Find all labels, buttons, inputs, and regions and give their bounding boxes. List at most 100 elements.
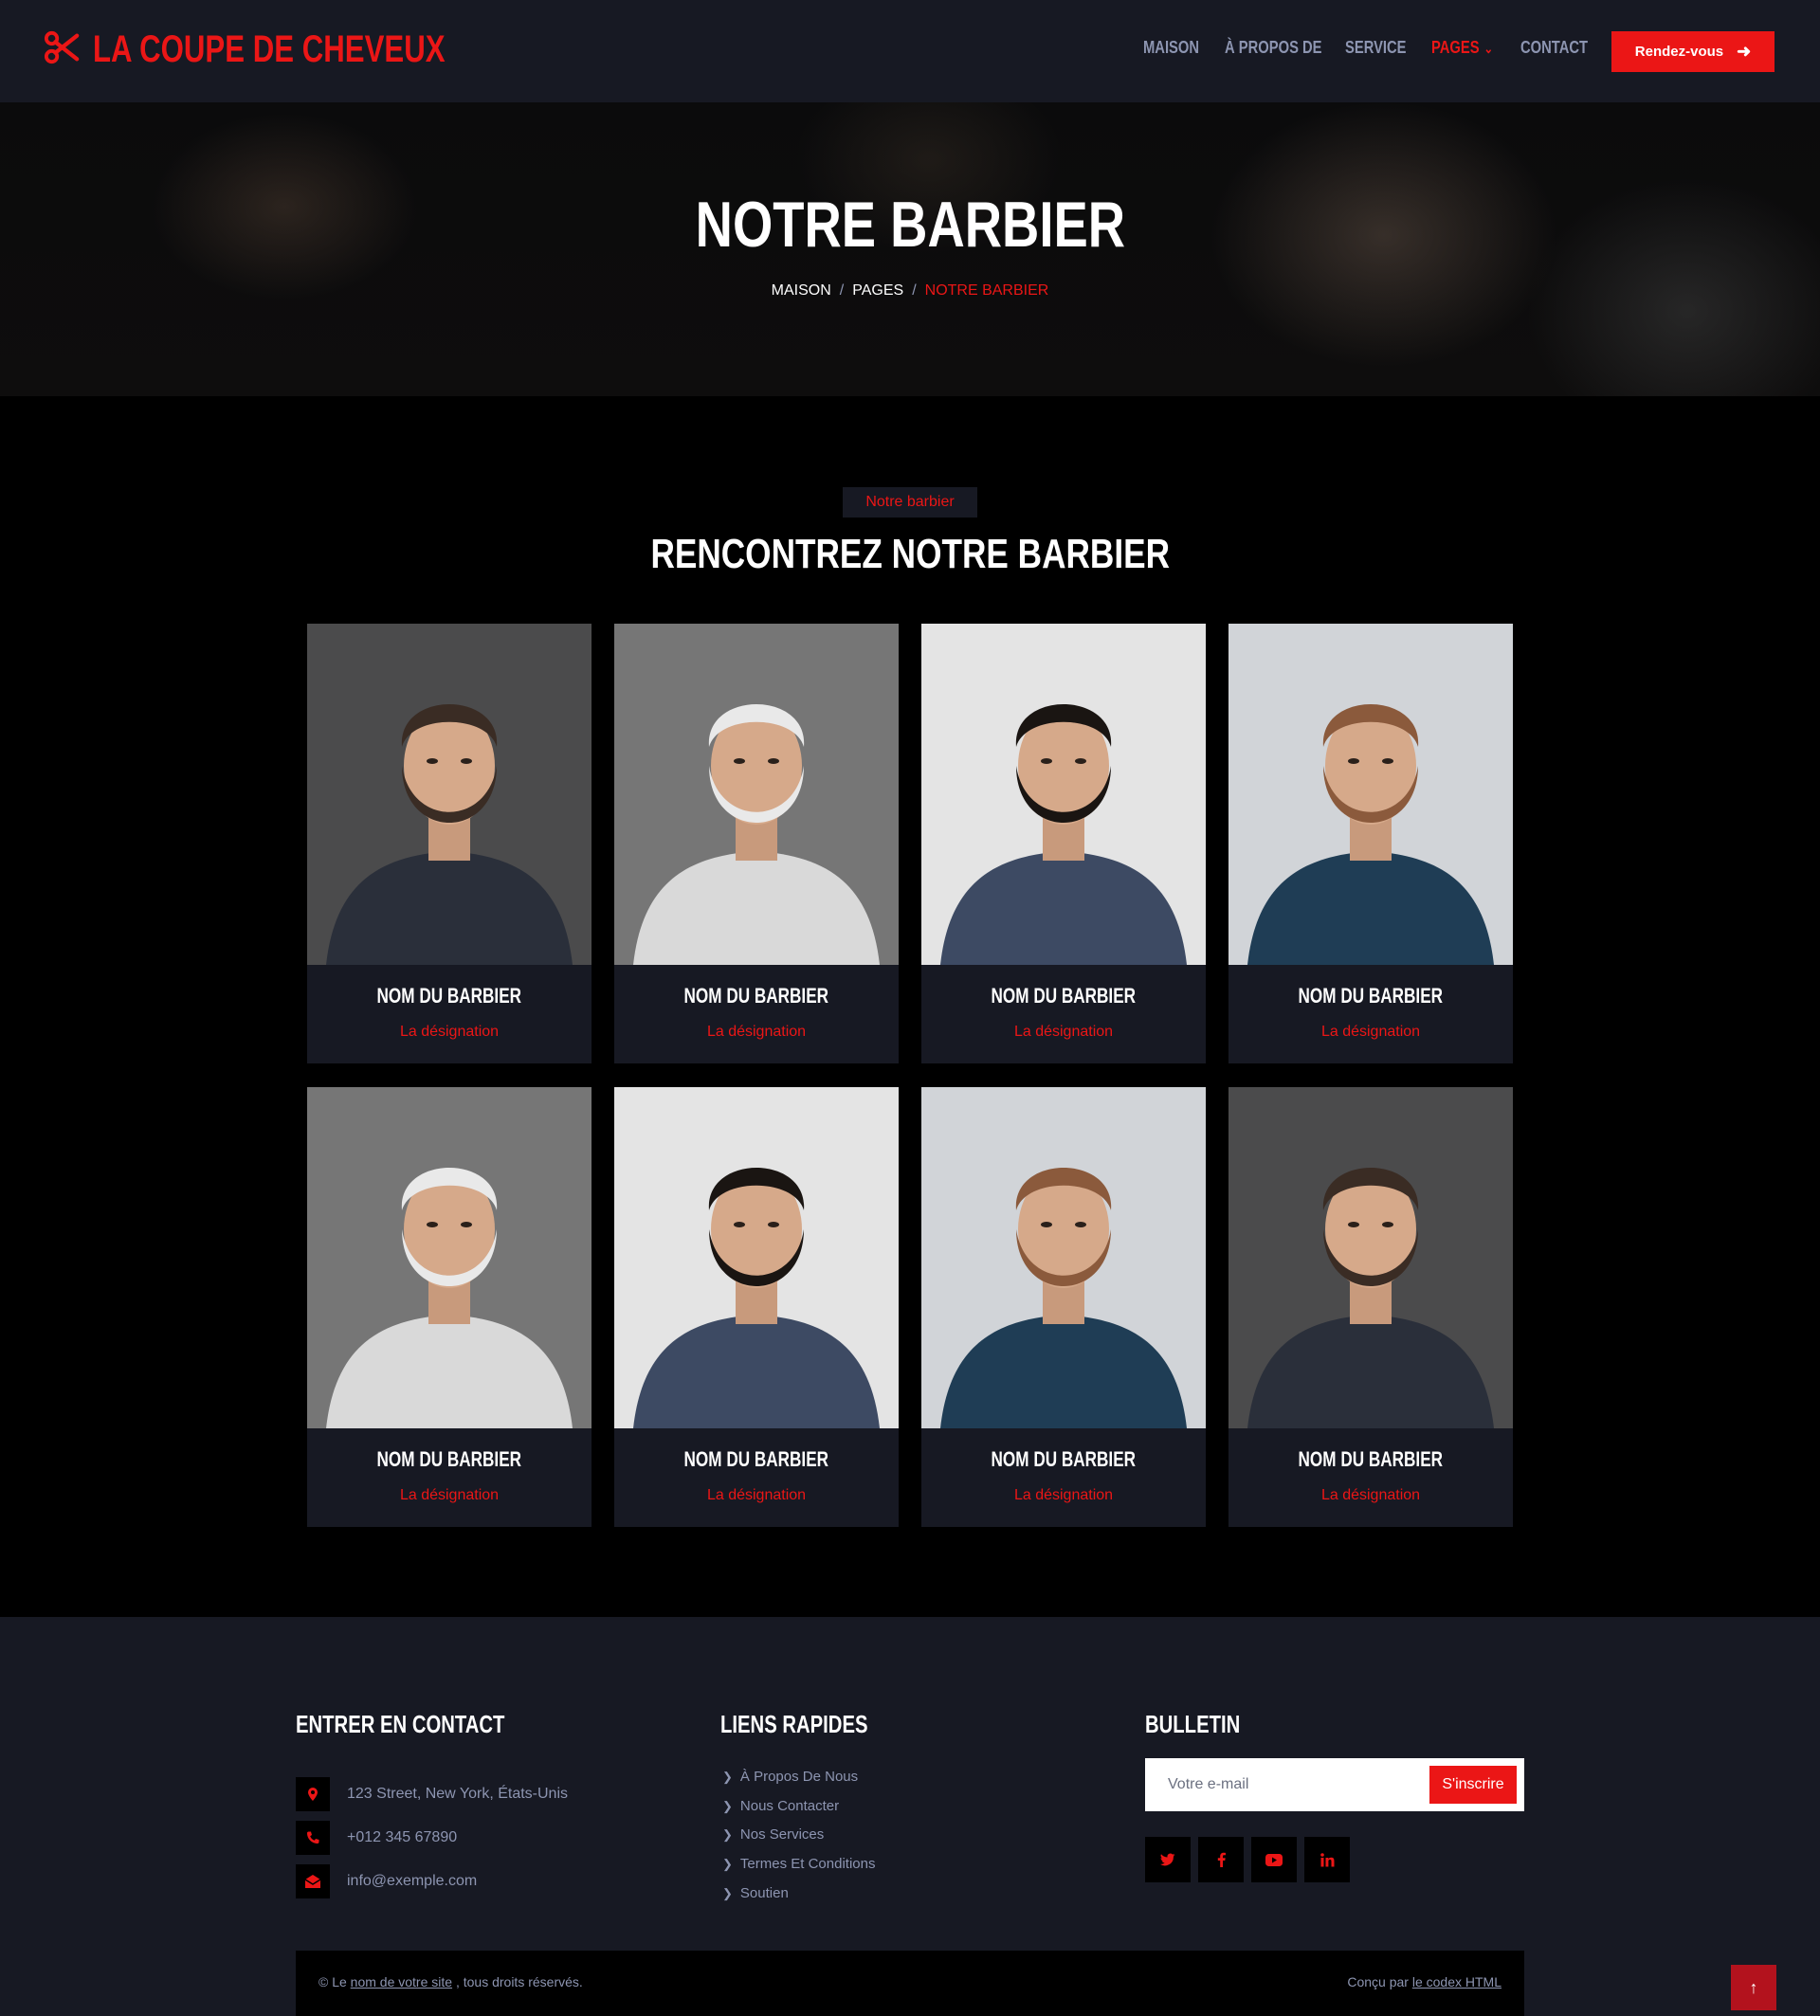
barber-designation: La désignation bbox=[1320, 1024, 1421, 1040]
brand-logo[interactable]: LA COUPE DE CHEVEUX bbox=[44, 28, 544, 71]
quick-link-contact[interactable]: ❯ Nous Contacter bbox=[722, 1798, 839, 1814]
barber-photo bbox=[307, 1087, 592, 1428]
barber-photo bbox=[614, 1087, 899, 1428]
quick-link-terms[interactable]: ❯ Termes Et Conditions bbox=[722, 1856, 875, 1872]
barber-name: NOM DU BARBIER bbox=[1228, 1447, 1513, 1472]
designer-link[interactable]: le codex HTML bbox=[1412, 1974, 1502, 1989]
nav-link-maison[interactable]: MAISON bbox=[1143, 38, 1199, 58]
youtube-icon[interactable] bbox=[1251, 1837, 1297, 1882]
contact-email: info@exemple.com bbox=[296, 1864, 477, 1898]
section-title-text: RENCONTREZ NOTRE BARBIER bbox=[650, 531, 1170, 577]
appointment-button-label: Rendez-vous bbox=[1634, 44, 1724, 60]
envelope-icon bbox=[296, 1864, 330, 1898]
nav-link-a-propos[interactable]: À PROPOS DE bbox=[1225, 38, 1322, 58]
barber-photo bbox=[921, 624, 1206, 965]
barber-photo bbox=[307, 624, 592, 965]
barber-name: NOM DU BARBIER bbox=[307, 984, 592, 1008]
barber-name-text: NOM DU BARBIER bbox=[1298, 1447, 1444, 1471]
chevron-right-icon: ❯ bbox=[722, 1770, 733, 1784]
contact-address: 123 Street, New York, États-Unis bbox=[296, 1777, 568, 1811]
quick-link-services[interactable]: ❯ Nos Services bbox=[722, 1826, 824, 1843]
breadcrumb-pages[interactable]: PAGES bbox=[852, 282, 903, 299]
newsletter-email-input[interactable] bbox=[1145, 1758, 1420, 1811]
barber-photo bbox=[921, 1087, 1206, 1428]
barber-card[interactable]: NOM DU BARBIER La désignation bbox=[921, 624, 1206, 1063]
quick-link-support[interactable]: ❯ Soutien bbox=[722, 1885, 789, 1901]
quick-link-label: Nos Services bbox=[739, 1826, 825, 1843]
nav-link-contact[interactable]: CONTACT bbox=[1520, 38, 1588, 58]
contact-email-text: info@exemple.com bbox=[347, 1873, 478, 1889]
barber-name: NOM DU BARBIER bbox=[307, 1447, 592, 1472]
newsletter-form: S'inscrire bbox=[1145, 1758, 1524, 1811]
newsletter-heading: BULLETIN bbox=[1145, 1710, 1267, 1739]
barber-name-text: NOM DU BARBIER bbox=[991, 984, 1137, 1008]
page-title: NOTRE BARBIER bbox=[0, 188, 1820, 262]
quick-link-label: Soutien bbox=[739, 1885, 789, 1901]
navbar: LA COUPE DE CHEVEUX MAISON À PROPOS DE S… bbox=[0, 0, 1820, 102]
quick-link-about[interactable]: ❯ À Propos De Nous bbox=[722, 1769, 858, 1785]
barber-name: NOM DU BARBIER bbox=[614, 1447, 899, 1472]
barber-name-text: NOM DU BARBIER bbox=[683, 1447, 829, 1471]
breadcrumb: MAISON / PAGES / NOTRE BARBIER bbox=[0, 282, 1820, 300]
breadcrumb-maison[interactable]: MAISON bbox=[772, 282, 831, 299]
barber-designation: La désignation bbox=[1013, 1487, 1114, 1503]
barber-name-text: NOM DU BARBIER bbox=[991, 1447, 1137, 1471]
contact-phone: +012 345 67890 bbox=[296, 1821, 457, 1855]
barber-designation: La désignation bbox=[1013, 1024, 1114, 1040]
arrow-up-icon: ↑ bbox=[1749, 1977, 1758, 1997]
site-name-link[interactable]: nom de votre site bbox=[351, 1974, 452, 1989]
quick-link-label: Termes Et Conditions bbox=[739, 1856, 876, 1872]
linkedin-icon[interactable] bbox=[1304, 1837, 1350, 1882]
scissors-icon bbox=[44, 29, 80, 70]
barber-designation: La désignation bbox=[706, 1487, 807, 1503]
barber-card[interactable]: NOM DU BARBIER La désignation bbox=[307, 1087, 592, 1527]
footer: ENTRER EN CONTACT 123 Street, New York, … bbox=[0, 1617, 1820, 2016]
appointment-button[interactable]: Rendez-vous ➜ bbox=[1611, 31, 1774, 72]
contact-heading: ENTRER EN CONTACT bbox=[296, 1710, 564, 1739]
barber-card[interactable]: NOM DU BARBIER La désignation bbox=[614, 624, 899, 1063]
barber-name: NOM DU BARBIER bbox=[921, 1447, 1206, 1472]
section-title: RENCONTREZ NOTRE BARBIER bbox=[0, 531, 1820, 578]
contact-heading-text: ENTRER EN CONTACT bbox=[296, 1710, 505, 1738]
barber-designation: La désignation bbox=[399, 1024, 500, 1040]
barber-card[interactable]: NOM DU BARBIER La désignation bbox=[921, 1087, 1206, 1527]
nav-link-service[interactable]: SERVICE bbox=[1345, 38, 1407, 58]
subscribe-button[interactable]: S'inscrire bbox=[1429, 1766, 1517, 1804]
brand-name: LA COUPE DE CHEVEUX bbox=[93, 28, 446, 70]
barber-card[interactable]: NOM DU BARBIER La désignation bbox=[1228, 1087, 1513, 1527]
chevron-right-icon: ❯ bbox=[722, 1827, 733, 1842]
barber-designation: La désignation bbox=[399, 1487, 500, 1503]
barber-name-text: NOM DU BARBIER bbox=[376, 984, 522, 1008]
page-title-text: NOTRE BARBIER bbox=[695, 189, 1125, 261]
newsletter-heading-text: BULLETIN bbox=[1145, 1710, 1241, 1738]
quick-links-heading-text: LIENS RAPIDES bbox=[720, 1710, 868, 1738]
facebook-icon[interactable] bbox=[1198, 1837, 1244, 1882]
barber-card[interactable]: NOM DU BARBIER La désignation bbox=[614, 1087, 899, 1527]
barber-name: NOM DU BARBIER bbox=[614, 984, 899, 1008]
barber-designation: La désignation bbox=[706, 1024, 807, 1040]
chevron-right-icon: ❯ bbox=[722, 1886, 733, 1900]
nav-link-pages[interactable]: PAGES ⌄ bbox=[1431, 38, 1493, 58]
chevron-right-icon: ❯ bbox=[722, 1799, 733, 1813]
copyright-prefix: © Le bbox=[318, 1974, 347, 1989]
chevron-down-icon: ⌄ bbox=[1483, 41, 1494, 56]
arrow-right-icon: ➜ bbox=[1737, 42, 1752, 61]
copyright-suffix: , tous droits réservés. bbox=[455, 1974, 583, 1989]
barber-card[interactable]: NOM DU BARBIER La désignation bbox=[307, 624, 592, 1063]
breadcrumb-separator: / bbox=[912, 282, 917, 299]
barber-photo bbox=[614, 624, 899, 965]
copyright-text: © Le nom de votre site , tous droits rés… bbox=[318, 1974, 583, 1989]
back-to-top-button[interactable]: ↑ bbox=[1731, 1965, 1776, 2010]
quick-link-label: Nous Contacter bbox=[739, 1798, 840, 1814]
barber-name: NOM DU BARBIER bbox=[921, 984, 1206, 1008]
barber-name-text: NOM DU BARBIER bbox=[376, 1447, 522, 1471]
chevron-right-icon: ❯ bbox=[722, 1857, 733, 1871]
nav-link-pages-label: PAGES bbox=[1431, 38, 1480, 57]
contact-address-text: 123 Street, New York, États-Unis bbox=[347, 1786, 568, 1802]
barber-photo bbox=[1228, 1087, 1513, 1428]
copyright-bar: © Le nom de votre site , tous droits rés… bbox=[296, 1951, 1524, 2016]
breadcrumb-current: NOTRE BARBIER bbox=[924, 282, 1049, 299]
twitter-icon[interactable] bbox=[1145, 1837, 1191, 1882]
barber-card[interactable]: NOM DU BARBIER La désignation bbox=[1228, 624, 1513, 1063]
barber-name: NOM DU BARBIER bbox=[1228, 984, 1513, 1008]
